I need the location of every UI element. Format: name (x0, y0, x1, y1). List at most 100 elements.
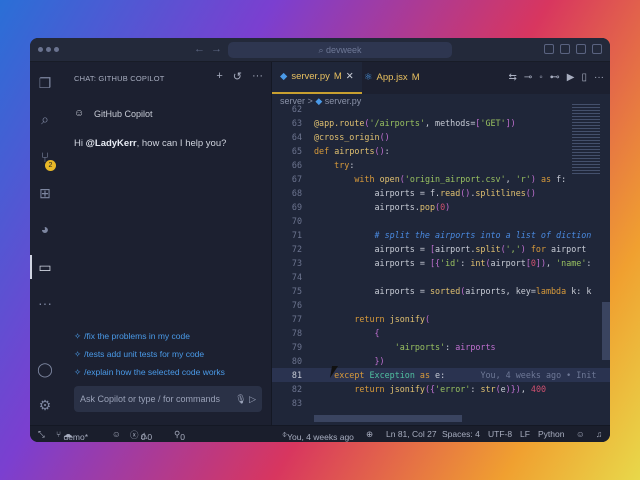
chat-panel: CHAT: GITHUB COPILOT + ↺ ··· ☺ GitHub Copil… (60, 62, 272, 425)
line-number: 78 (291, 328, 302, 338)
tab-bar: ◆ server.py M ✕ ⚛ App.jsx M ⇆ ⊸ ◦ ⊷ ▶ ▯ ··· (272, 62, 610, 94)
suggestion-explain[interactable]: ✧/explain how the selected code works (74, 367, 225, 378)
run-icon[interactable]: ▶ (567, 72, 575, 83)
line-number: 70 (291, 216, 302, 226)
search-icon[interactable]: ⌕ (36, 110, 54, 128)
code-line[interactable]: 78 { (272, 326, 610, 340)
code-line[interactable]: 80 }) (272, 354, 610, 368)
problems[interactable]: ⓧ 0 △ 0 (130, 429, 152, 442)
extensions-icon[interactable]: ⊞ (36, 184, 54, 202)
code-line[interactable]: 76 (272, 298, 610, 312)
encoding[interactable]: UTF-8 (488, 429, 512, 439)
code-line[interactable]: 68 airports = f.read().splitlines() (272, 186, 610, 200)
remote-icon[interactable]: ⤡ (38, 429, 45, 440)
cursor-position[interactable]: Ln 81, Col 27 (386, 429, 437, 439)
history-icon[interactable]: ↺ (233, 70, 242, 83)
sparkle-icon: ✧ (74, 367, 82, 377)
tab-status: M (333, 71, 342, 82)
chat-icon[interactable]: ▭ (36, 258, 54, 276)
line-number: 73 (291, 258, 302, 268)
nav-arrows[interactable]: ←→ (194, 43, 228, 55)
zoom-icon[interactable]: ⊕ (366, 429, 373, 440)
suggestion-fix[interactable]: ✧/fix the problems in my code (74, 331, 190, 342)
more-icon[interactable]: ··· (594, 72, 604, 83)
code-line[interactable]: 64 @cross_origin() (272, 130, 610, 144)
suggestion-tests[interactable]: ✧/tests add unit tests for my code (74, 349, 204, 360)
compare-icon[interactable]: ⇆ (508, 72, 516, 83)
line-number: 75 (291, 286, 302, 296)
code-line[interactable]: 74 (272, 270, 610, 284)
copilot-icon[interactable]: ☺ (576, 429, 585, 439)
line-number: 68 (291, 188, 302, 198)
code-line[interactable]: 62 (272, 102, 610, 116)
more-icon[interactable]: ··· (36, 294, 54, 312)
react-file-icon: ⚛ (364, 72, 373, 83)
code-line[interactable]: 71 # split the airports into a list of d… (272, 228, 610, 242)
settings-gear-icon[interactable]: ⚙ (36, 396, 54, 414)
code-line[interactable]: 70 (272, 214, 610, 228)
line-ending[interactable]: LF (520, 429, 530, 439)
code-line[interactable]: 83 (272, 396, 610, 410)
next-change-icon[interactable]: ⊷ (550, 72, 560, 83)
git-blame[interactable]: ⌽ You, 4 weeks ago (282, 429, 354, 442)
python-file-icon: ◆ (280, 71, 288, 82)
send-icon[interactable]: ▷ (249, 394, 256, 404)
close-icon[interactable]: ✕ (346, 61, 354, 93)
error-count: 0 (140, 432, 146, 442)
more-actions-icon[interactable]: ··· (252, 70, 263, 83)
dot-icon[interactable]: ◦ (539, 72, 543, 83)
line-number: 81 (291, 370, 302, 380)
layout-controls[interactable] (544, 44, 602, 54)
code-line[interactable]: 69 airports.pop(0) (272, 200, 610, 214)
prev-change-icon[interactable]: ⊸ (524, 72, 532, 83)
copilot-status-icon[interactable]: ☺ (112, 429, 121, 439)
code-line[interactable]: 65 def airports(): (272, 144, 610, 158)
mic-icon[interactable]: 🎙 (235, 394, 246, 404)
line-number: 83 (291, 398, 302, 408)
chat-header: CHAT: GITHUB COPILOT (74, 74, 165, 83)
status-bar: ⤡ ⑂ demo* ☁ ☺ ⓧ 0 △ 0 ⚲ 0 ⌽ You, 4 weeks… (30, 425, 610, 442)
chat-input[interactable]: Ask Copilot or type / for commands 🎙 ▷ (74, 386, 262, 412)
sparkle-icon: ✧ (74, 349, 82, 359)
branch[interactable]: ⑂ demo* ☁ (56, 429, 88, 442)
window-controls[interactable] (38, 47, 59, 52)
explorer-icon[interactable]: ❐ (36, 74, 54, 92)
testing-icon[interactable]: ◕ (36, 220, 54, 238)
tab-label: server.py (291, 71, 330, 82)
ports-count: 0 (180, 432, 185, 442)
scm-badge: 2 (45, 160, 56, 171)
code-line[interactable]: 63 @app.route('/airports', methods=['GET'… (272, 116, 610, 130)
code-line[interactable]: 77 return jsonify( (272, 312, 610, 326)
language-mode[interactable]: Python (538, 429, 564, 439)
code-line[interactable]: 67 with open('origin_airport.csv', 'r') … (272, 172, 610, 186)
code-line[interactable]: 79 'airports': airports (272, 340, 610, 354)
tab-app-jsx[interactable]: ⚛ App.jsx M (356, 62, 428, 94)
assistant-label: ☺ GitHub Copilot (74, 108, 153, 120)
code-line[interactable]: 72 airports = [airport.split(',') for ai… (272, 242, 610, 256)
code-line[interactable]: 73 airports = [{'id': int(airport[0]), '… (272, 256, 610, 270)
indentation[interactable]: Spaces: 4 (442, 429, 480, 439)
assistant-name: GitHub Copilot (94, 109, 153, 119)
code-line[interactable]: 75 airports = sorted(airports, key=lambd… (272, 284, 610, 298)
split-editor-icon[interactable]: ▯ (581, 72, 587, 83)
line-number: 76 (291, 300, 302, 310)
warning-count: 0 (147, 432, 153, 442)
minimap[interactable] (572, 104, 600, 174)
notifications-bell-icon[interactable]: ♫ (596, 429, 602, 439)
line-number: 63 (291, 118, 302, 128)
vertical-scrollbar[interactable] (602, 302, 610, 360)
horizontal-scrollbar[interactable] (314, 415, 462, 422)
inline-blame: You, 4 weeks ago • Init (480, 370, 597, 380)
code-line[interactable]: 66 try: (272, 158, 610, 172)
new-chat-icon[interactable]: + (216, 70, 222, 83)
account-icon[interactable]: ◯ (36, 360, 54, 378)
code-line[interactable]: 82 return jsonify({'error': str(e)}), 40… (272, 382, 610, 396)
tab-server-py[interactable]: ◆ server.py M ✕ (272, 62, 362, 94)
ports[interactable]: ⚲ 0 (174, 429, 185, 442)
code-line[interactable]: 81 except Exception as e: You, 4 weeks a… (272, 368, 610, 382)
line-number: 79 (291, 342, 302, 352)
search-text: devweek (326, 45, 362, 55)
command-center-search[interactable]: ⌕ devweek (228, 42, 452, 58)
line-number: 80 (291, 356, 302, 366)
activity-bar: ❐ ⌕ ⑂ 2 ⊞ ◕ ▭ ··· ◯ ⚙ (30, 62, 60, 425)
